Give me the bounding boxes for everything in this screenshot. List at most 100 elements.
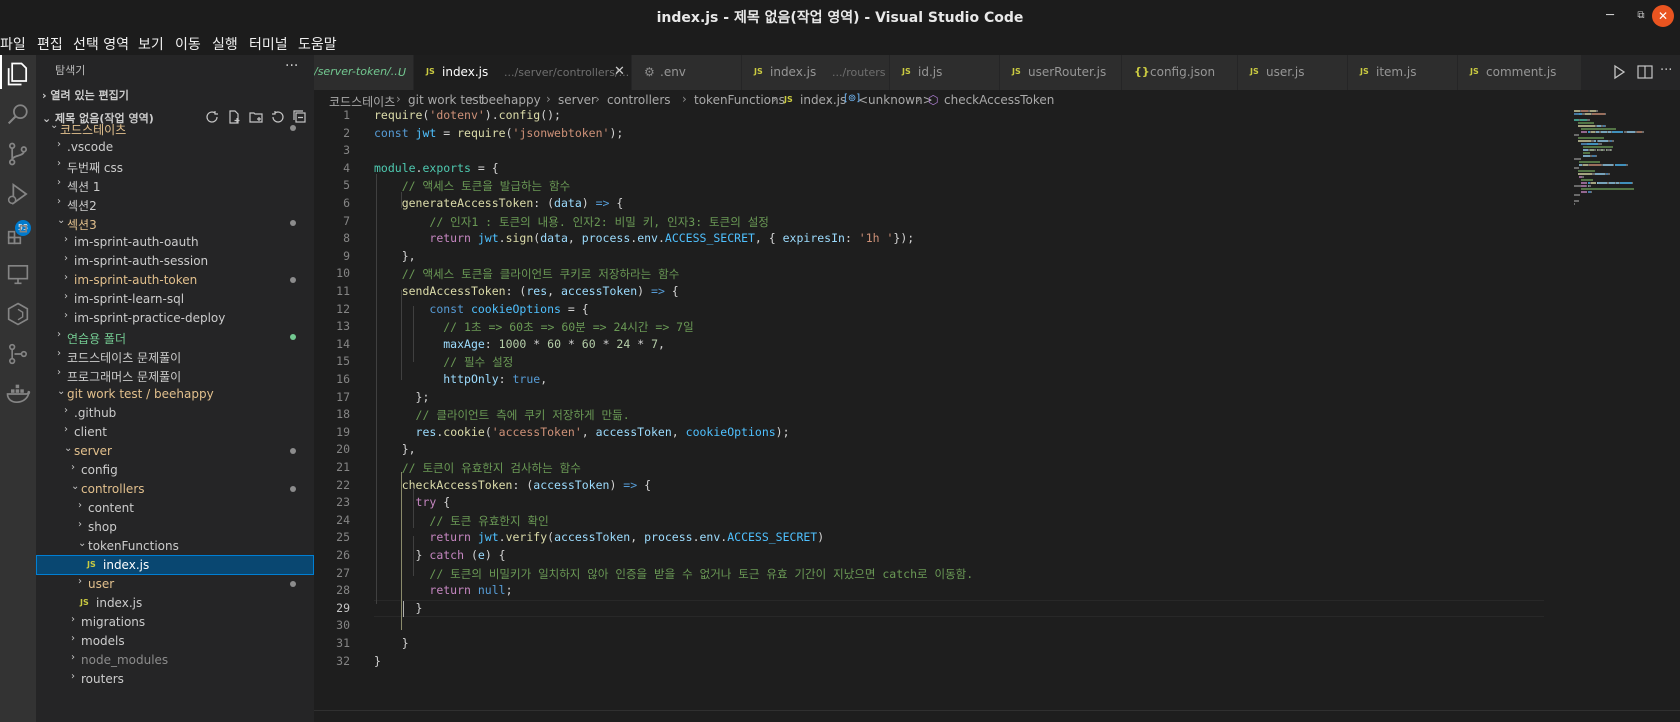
minimap-line (1604, 125, 1607, 127)
minimap-line (1595, 155, 1597, 157)
editor-tab-bar: /server-token/... U JS index.js .../server/c… (314, 55, 1680, 90)
folder-item[interactable]: › content (36, 498, 314, 518)
source-control-icon[interactable] (4, 140, 32, 168)
folder-item[interactable]: › .github (36, 403, 314, 423)
minimize-button[interactable]: ─ (1600, 6, 1620, 26)
folder-item[interactable]: › client (36, 422, 314, 442)
menu-help[interactable]: 도움말 (298, 34, 337, 54)
activity-bar: 53 (0, 55, 36, 722)
folder-item[interactable]: › im-sprint-auth-oauth (36, 232, 314, 252)
tree-item-label: migrations (81, 615, 146, 629)
folder-item[interactable]: › im-sprint-auth-session (36, 251, 314, 271)
javascript-file-icon: JS (87, 560, 96, 569)
folder-item[interactable]: › models (36, 631, 314, 651)
testing-icon[interactable] (4, 300, 32, 328)
close-window-button[interactable]: ✕ (1652, 5, 1674, 27)
minimap-line (1581, 179, 1593, 181)
tree-item-label: routers (81, 672, 124, 686)
close-tab-icon[interactable]: ✕ (614, 64, 625, 79)
git-graph-icon[interactable] (4, 340, 32, 368)
menu-go[interactable]: 이동 (175, 34, 201, 54)
folder-item[interactable]: › .vscode (36, 137, 314, 157)
modified-dot (290, 334, 296, 340)
folder-item[interactable]: ⌄ 코드스테이츠 (36, 118, 314, 138)
active-indent-guide (401, 472, 402, 630)
editor-tab[interactable]: JS index.js .../routers (742, 55, 890, 90)
open-editors-section[interactable]: › 열려 있는 편집기 (42, 87, 129, 103)
editor-tab[interactable]: JS userRouter.js (1000, 55, 1122, 90)
tab-label: user.js (1266, 65, 1305, 79)
tab-label: /server-token/... (314, 65, 402, 78)
editor-tab[interactable]: JS index.js .../server/controllers/... ✕ (414, 55, 632, 90)
minimap-line (1608, 173, 1610, 175)
editor-tab[interactable]: JS user.js (1238, 55, 1348, 90)
explorer-icon[interactable] (4, 60, 32, 88)
menu-view[interactable]: 보기 (138, 34, 164, 54)
minimap[interactable] (1572, 108, 1680, 308)
tree-item-label: im-sprint-practice-deploy (74, 311, 226, 325)
file-item[interactable]: JS index.js (36, 593, 314, 613)
minimap-line (1586, 143, 1599, 145)
menu-edit[interactable]: 편집 (37, 34, 63, 54)
folder-item[interactable]: › 연습용 폴더 (36, 327, 314, 347)
minimap-line (1577, 122, 1594, 124)
editor-tab[interactable]: ⚙ .env (632, 55, 742, 90)
editor-tab[interactable]: {} config.json (1122, 55, 1238, 90)
maximize-button[interactable]: ⧉ (1631, 6, 1651, 26)
menu-run[interactable]: 실행 (212, 34, 238, 54)
minimap-line (1598, 143, 1602, 145)
folder-item[interactable]: › node_modules (36, 650, 314, 670)
folder-item[interactable]: › im-sprint-practice-deploy (36, 308, 314, 328)
folder-item[interactable]: ⌄ git work test / beehappy (36, 384, 314, 404)
menu-file[interactable]: 파일 (0, 34, 26, 54)
folder-item[interactable]: › routers (36, 669, 314, 689)
breadcrumb-item[interactable]: server (558, 93, 596, 107)
line-number: 13 (336, 319, 350, 334)
remote-explorer-icon[interactable] (4, 260, 32, 288)
folder-item[interactable]: › 두번째 css (36, 156, 314, 176)
code-editor[interactable]: 1 2 3 4 5 6 7 8 9 10 11 12 13 14 15 16 17 18 19 20 21 22 23 24 2… (314, 108, 1680, 710)
breadcrumb-item[interactable]: <unknown> (858, 93, 933, 107)
minimap-line (1589, 164, 1601, 166)
menu-terminal[interactable]: 터미널 (249, 34, 288, 54)
breadcrumb-item[interactable]: index.js (800, 93, 846, 107)
breadcrumb-item[interactable]: checkAccessToken (944, 93, 1054, 107)
editor-tab[interactable]: JS id.js (890, 55, 1000, 90)
folder-item[interactable]: › 섹션 1 (36, 175, 314, 195)
folder-item[interactable]: › 섹션2 (36, 194, 314, 214)
extensions-icon[interactable] (4, 220, 32, 248)
editor-tab[interactable]: /server-token/... U (314, 55, 414, 90)
folder-item[interactable]: ⌄ server (36, 441, 314, 461)
folder-item[interactable]: ⌄ tokenFunctions (36, 536, 314, 556)
folder-item[interactable]: › im-sprint-auth-token (36, 270, 314, 290)
file-item[interactable]: JS index.js (36, 555, 314, 575)
editor-tab[interactable]: JS item.js (1348, 55, 1458, 90)
folder-item[interactable]: › im-sprint-learn-sql (36, 289, 314, 309)
folder-item[interactable]: ⌄ controllers (36, 479, 314, 499)
breadcrumb-item[interactable]: beehappy (481, 93, 541, 107)
folder-item[interactable]: › 코드스테이츠 문제풀이 (36, 346, 314, 366)
run-debug-icon[interactable] (4, 180, 32, 208)
tree-item-label: client (74, 425, 107, 439)
split-editor-icon[interactable] (1636, 63, 1654, 81)
editor-more-icon[interactable]: ··· (1660, 63, 1678, 81)
search-icon[interactable] (4, 100, 32, 128)
line-number: 15 (336, 354, 350, 369)
minimap-line (1582, 176, 1584, 178)
docker-icon[interactable] (4, 380, 32, 408)
run-file-icon[interactable] (1610, 63, 1628, 81)
breadcrumb-item[interactable]: controllers (607, 93, 671, 107)
folder-item[interactable]: › 프로그래머스 문제풀이 (36, 365, 314, 385)
tree-item-label: 두번째 css (67, 161, 124, 175)
minimap-line (1610, 149, 1612, 151)
folder-item[interactable]: › migrations (36, 612, 314, 632)
folder-item[interactable]: › shop (36, 517, 314, 537)
more-actions-icon[interactable]: ··· (285, 58, 298, 74)
folder-item[interactable]: ⌄ 섹션3 (36, 213, 314, 233)
folder-item[interactable]: › user (36, 574, 314, 594)
javascript-file-icon: JS (1360, 67, 1369, 76)
menu-selection[interactable]: 선택 영역 (73, 34, 129, 54)
folder-item[interactable]: › config (36, 460, 314, 480)
code-line: }; (374, 389, 430, 404)
editor-tab[interactable]: JS comment.js (1458, 55, 1582, 90)
